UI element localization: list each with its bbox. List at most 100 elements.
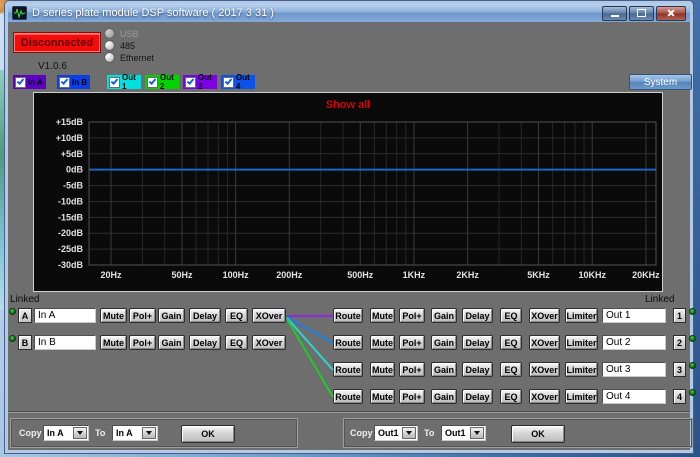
chevron-down-icon[interactable]	[470, 427, 484, 439]
app-icon	[12, 6, 27, 20]
titlebar: D series plate module DSP software ( 201…	[8, 4, 690, 22]
maximize-button[interactable]	[629, 5, 654, 21]
minimize-icon	[610, 14, 619, 17]
svg-text:+5dB: +5dB	[61, 149, 84, 159]
output-name-field[interactable]	[602, 335, 666, 350]
linked-label-left: Linked	[10, 294, 40, 305]
toggle-in-a[interactable]: In A	[13, 75, 46, 89]
chevron-down-icon[interactable]	[142, 427, 156, 439]
radio-icon	[104, 40, 115, 51]
output-name-field[interactable]	[602, 389, 666, 404]
gain-button[interactable]: Gain	[431, 389, 457, 404]
output-channel-row-3: Route Mute Pol+ Gain Delay EQ XOver Limi…	[8, 362, 696, 378]
chevron-down-icon[interactable]	[73, 427, 87, 439]
xover-button[interactable]: XOver	[529, 389, 560, 404]
close-icon	[667, 9, 675, 17]
output-channel-row-1: Route Mute Pol+ Gain Delay EQ XOver Limi…	[8, 308, 696, 324]
channel-led	[689, 335, 696, 342]
toggle-out-1[interactable]: Out 1	[107, 73, 141, 91]
delay-button[interactable]: Delay	[462, 362, 493, 377]
limiter-button[interactable]: Limiter	[565, 308, 598, 323]
gain-button[interactable]: Gain	[431, 335, 457, 350]
separator	[8, 411, 690, 413]
svg-text:5KHz: 5KHz	[527, 270, 550, 280]
output-channel-row-4: Route Mute Pol+ Gain Delay EQ XOver Limi…	[8, 389, 696, 405]
route-button[interactable]: Route	[333, 335, 363, 350]
polarity-button[interactable]: Pol+	[399, 335, 425, 350]
close-button[interactable]	[656, 5, 686, 21]
svg-text:20KHz: 20KHz	[632, 270, 660, 280]
svg-text:2KHz: 2KHz	[456, 270, 479, 280]
radio-icon	[104, 52, 115, 63]
radio-icon	[104, 28, 115, 39]
chevron-down-icon[interactable]	[402, 427, 416, 439]
svg-text:1KHz: 1KHz	[403, 270, 426, 280]
route-button[interactable]: Route	[333, 389, 363, 404]
copy-label: Copy	[19, 428, 42, 438]
delay-button[interactable]: Delay	[462, 335, 493, 350]
toggle-out-4[interactable]: Out 4	[221, 73, 255, 91]
copy-output-ok-button[interactable]: OK	[511, 425, 565, 443]
channel-id-label: 4	[673, 389, 686, 404]
xover-button[interactable]: XOver	[529, 308, 560, 323]
xover-button[interactable]: XOver	[529, 335, 560, 350]
output-name-field[interactable]	[602, 362, 666, 377]
copy-input-from-dropdown[interactable]: In A	[43, 425, 89, 441]
mute-button[interactable]: Mute	[370, 335, 395, 350]
system-button[interactable]: System	[629, 74, 692, 90]
window-title: D series plate module DSP software ( 201…	[32, 7, 274, 19]
to-label: To	[95, 428, 106, 438]
svg-text:+15dB: +15dB	[56, 117, 84, 127]
mute-button[interactable]: Mute	[370, 362, 395, 377]
radio-usb[interactable]: USB	[104, 28, 139, 39]
minimize-button[interactable]	[602, 5, 627, 21]
copy-input-ok-button[interactable]: OK	[181, 425, 235, 443]
toggle-out-2[interactable]: Out 2	[145, 73, 179, 91]
routing-line-out4	[286, 318, 334, 398]
eq-button[interactable]: EQ	[500, 389, 522, 404]
route-button[interactable]: Route	[333, 362, 363, 377]
limiter-button[interactable]: Limiter	[565, 362, 598, 377]
channel-led	[689, 389, 696, 396]
svg-text:200Hz: 200Hz	[276, 270, 303, 280]
svg-text:0dB: 0dB	[66, 165, 84, 175]
polarity-button[interactable]: Pol+	[399, 362, 425, 377]
channel-id-label: 1	[673, 308, 686, 323]
xover-button[interactable]: XOver	[529, 362, 560, 377]
svg-text:-25dB: -25dB	[58, 244, 84, 254]
route-button[interactable]: Route	[333, 308, 363, 323]
radio-485[interactable]: 485	[104, 40, 135, 51]
checkbox-icon	[147, 76, 158, 88]
copy-input-group: Copy In A To In A OK	[10, 418, 298, 448]
svg-text:-5dB: -5dB	[63, 181, 84, 191]
checkbox-icon	[59, 76, 70, 88]
delay-button[interactable]: Delay	[462, 308, 493, 323]
polarity-button[interactable]: Pol+	[399, 308, 425, 323]
connection-status-button[interactable]: Disconnected	[14, 33, 100, 52]
copy-input-to-dropdown[interactable]: In A	[112, 425, 158, 441]
copy-output-to-dropdown[interactable]: Out1	[441, 425, 486, 441]
toggle-in-b[interactable]: In B	[57, 75, 90, 89]
frequency-response-plot: +15dB +10dB +5dB 0dB -5dB -10dB -15dB -20dB -25d…	[56, 117, 660, 280]
copy-label: Copy	[350, 428, 373, 438]
limiter-button[interactable]: Limiter	[565, 389, 598, 404]
channel-id-label: 2	[673, 335, 686, 350]
eq-button[interactable]: EQ	[500, 362, 522, 377]
eq-button[interactable]: EQ	[500, 308, 522, 323]
output-name-field[interactable]	[602, 308, 666, 323]
copy-output-from-dropdown[interactable]: Out1	[374, 425, 418, 441]
waveform-icon	[14, 8, 25, 18]
mute-button[interactable]: Mute	[370, 308, 395, 323]
delay-button[interactable]: Delay	[462, 389, 493, 404]
radio-ethernet[interactable]: Ethernet	[104, 52, 154, 63]
gain-button[interactable]: Gain	[431, 308, 457, 323]
mute-button[interactable]: Mute	[370, 389, 395, 404]
version-label: V1.0.6	[38, 61, 67, 72]
toggle-out-3[interactable]: Out 3	[183, 73, 217, 91]
eq-button[interactable]: EQ	[500, 335, 522, 350]
checkbox-icon	[185, 76, 196, 88]
limiter-button[interactable]: Limiter	[565, 335, 598, 350]
gain-button[interactable]: Gain	[431, 362, 457, 377]
channel-led	[689, 362, 696, 369]
polarity-button[interactable]: Pol+	[399, 389, 425, 404]
